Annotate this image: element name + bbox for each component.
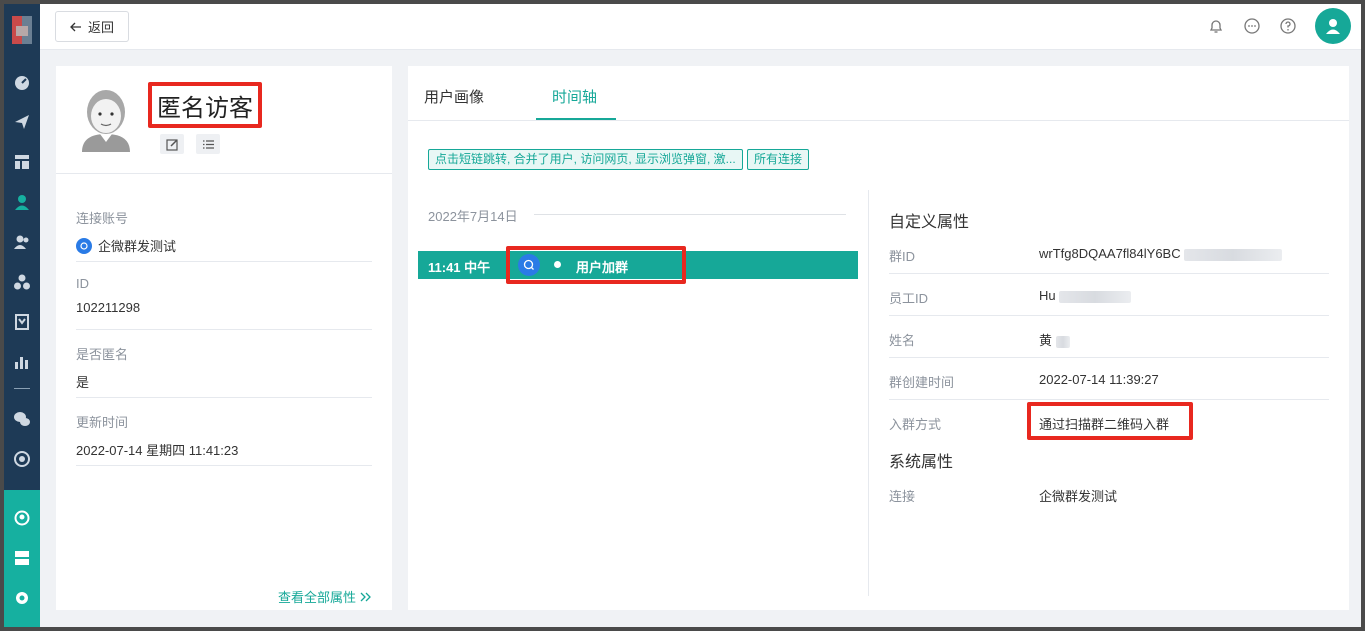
info-label: 是否匿名 [76, 347, 129, 362]
id-value: 102211298 [76, 300, 141, 315]
profile-info-list: 连接账号 企微群发测试 ID 102211298 是否匿名 是 更新时间 202… [76, 194, 372, 466]
attr-label: 姓名 [889, 333, 916, 348]
tab-user-profile[interactable]: 用户画像 [424, 86, 484, 107]
profile-header: 匿名访客 [56, 66, 392, 174]
user-avatar-button[interactable] [1315, 8, 1351, 44]
anonymous-avatar-icon [82, 90, 130, 152]
chart-icon[interactable] [12, 352, 32, 372]
view-all-label: 查看全部属性 [277, 590, 356, 605]
app-logo [12, 16, 32, 44]
target-icon[interactable] [12, 449, 32, 469]
attr-label: 员工ID [889, 291, 929, 306]
layout-icon[interactable] [12, 152, 32, 172]
event-time: 11:41 中午 [428, 260, 491, 275]
info-label: 连接账号 [76, 211, 129, 226]
timeline-event[interactable]: 11:41 中午 用户加群 [418, 246, 858, 284]
send-icon[interactable] [12, 112, 32, 132]
attr-label: 入群方式 [889, 417, 942, 432]
arrow-left-icon [70, 22, 81, 31]
attr-row-created: 群创建时间 2022-07-14 11:39:27 [889, 358, 1329, 400]
edit-button[interactable] [160, 134, 184, 154]
sidebar-bottom-section [4, 490, 40, 627]
users-group-icon[interactable] [12, 232, 32, 252]
wecom-icon [76, 237, 92, 254]
top-bar: 返回 [40, 4, 1361, 50]
event-highlight [506, 246, 686, 284]
profile-card: 匿名访客 连接账号 企微群发测试 ID 102211298 是否匿名 是 更新时… [56, 66, 392, 610]
back-button-label: 返回 [87, 20, 114, 35]
view-all-attributes-link[interactable]: 查看全部属性 [278, 587, 372, 606]
active-tab-indicator [536, 118, 616, 120]
wechat-icon[interactable] [12, 409, 32, 429]
list-icon [202, 139, 214, 149]
anonymous-value: 是 [76, 375, 90, 390]
join-method-highlight [1027, 402, 1193, 440]
connection-attr-value: 企微群发测试 [1039, 489, 1118, 504]
list-button[interactable] [196, 134, 220, 154]
attributes-panel: 自定义属性 群ID wrTfg8DQAA7fl84lY6BC 员工ID Hu 姓… [889, 196, 1329, 514]
dashboard-icon[interactable] [12, 72, 32, 92]
attr-label: 群ID [889, 249, 916, 264]
attr-value: 黄 [1039, 330, 1070, 349]
edit-icon [165, 138, 178, 151]
connection-value: 企微群发测试 [98, 239, 177, 254]
attr-row-staff-id: 员工ID Hu [889, 274, 1329, 316]
double-chevron-right-icon [360, 592, 371, 601]
timeline-date-line [534, 214, 846, 215]
info-item-connection: 连接账号 企微群发测试 [76, 194, 372, 262]
tab-bar: 用户画像 时间轴 [408, 66, 1349, 121]
attr-value: wrTfg8DQAA7fl84lY6BC [1039, 246, 1283, 261]
redacted-blur [1184, 248, 1283, 261]
app-window: 返回 匿名访客 连接账号 企微群发测试 ID 102211298 是否匿名 是 … [4, 4, 1361, 627]
help-icon[interactable] [1279, 17, 1297, 35]
org-icon[interactable] [12, 508, 32, 528]
main-panel: 用户画像 时间轴 点击短链跳转, 合并了用户, 访问网页, 显示浏览弹窗, 激.… [408, 66, 1349, 610]
panel-divider [868, 190, 869, 596]
attr-row-connection: 连接 企微群发测试 [889, 472, 1329, 514]
updated-value: 2022-07-14 星期四 11:41:23 [76, 443, 239, 458]
sidebar-nav [4, 4, 40, 627]
event-filter-tag[interactable]: 点击短链跳转, 合并了用户, 访问网页, 显示浏览弹窗, 激... [428, 149, 743, 170]
profile-name: 匿名访客 [157, 94, 253, 122]
segments-icon[interactable] [12, 272, 32, 292]
profile-name-highlight: 匿名访客 [148, 82, 262, 128]
attr-row-join-method: 入群方式 通过扫描群二维码入群 [889, 400, 1329, 442]
back-button[interactable]: 返回 [55, 11, 129, 42]
staff-id-value: Hu [1039, 288, 1056, 303]
attr-row-group-id: 群ID wrTfg8DQAA7fl84lY6BC [889, 232, 1329, 274]
attr-row-name: 姓名 黄 [889, 316, 1329, 358]
redacted-blur [1055, 335, 1070, 348]
message-icon[interactable] [1243, 17, 1261, 35]
person-icon [1326, 19, 1340, 34]
server-icon[interactable] [12, 548, 32, 568]
tag-icon[interactable] [12, 312, 32, 332]
group-id-value: wrTfg8DQAA7fl84lY6BC [1039, 246, 1181, 261]
attr-label: 连接 [889, 489, 916, 504]
attr-value: Hu [1039, 288, 1132, 303]
info-item-updated: 更新时间 2022-07-14 星期四 11:41:23 [76, 398, 372, 466]
info-label: ID [76, 276, 89, 291]
created-value: 2022-07-14 11:39:27 [1039, 372, 1159, 387]
redacted-blur [1059, 290, 1132, 303]
settings-icon[interactable] [12, 588, 32, 608]
user-icon[interactable] [12, 192, 32, 212]
info-value: 企微群发测试 [76, 236, 372, 255]
bell-icon[interactable] [1207, 17, 1225, 35]
attr-label: 群创建时间 [889, 375, 955, 390]
connection-filter-tag[interactable]: 所有连接 [747, 149, 810, 170]
tab-timeline[interactable]: 时间轴 [552, 86, 597, 107]
custom-attributes-title: 自定义属性 [889, 214, 970, 231]
timeline-date: 2022年7月14日 [428, 209, 518, 224]
sidebar-divider [14, 388, 30, 389]
info-label: 更新时间 [76, 415, 129, 430]
name-value: 黄 [1039, 333, 1053, 348]
info-item-id: ID 102211298 [76, 262, 372, 330]
system-attributes-title: 系统属性 [889, 454, 954, 471]
info-item-anonymous: 是否匿名 是 [76, 330, 372, 398]
